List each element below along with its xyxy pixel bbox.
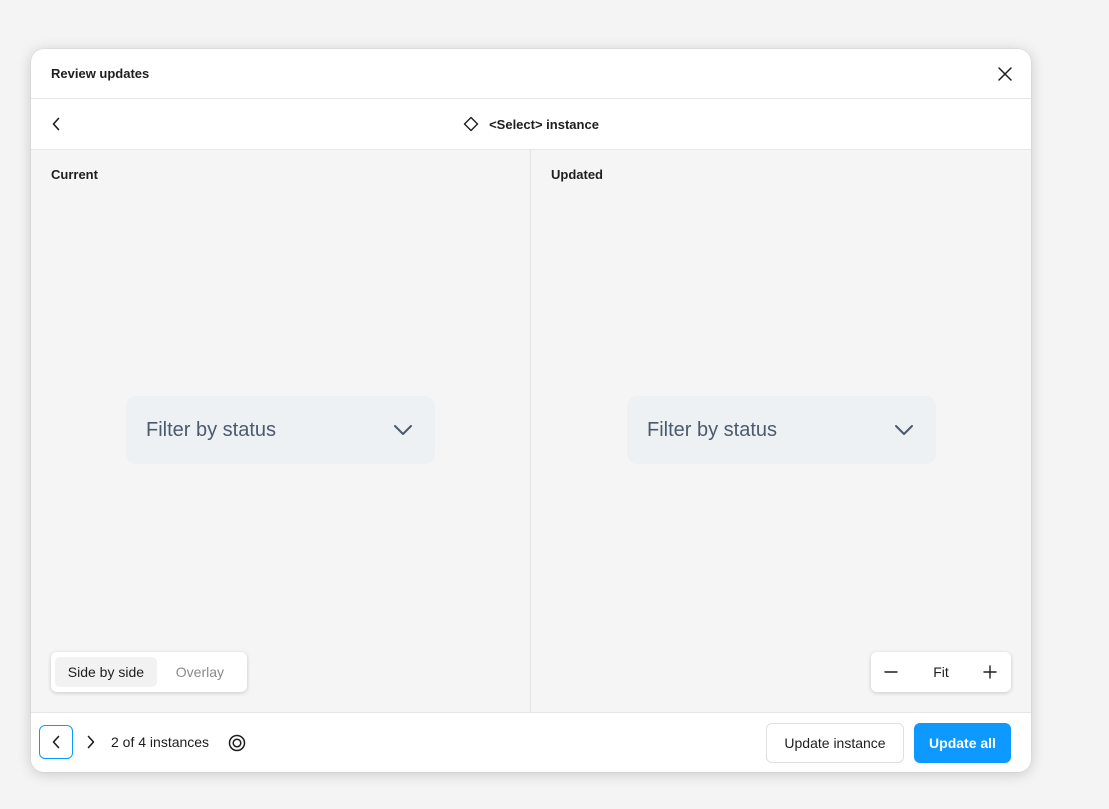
- comparison-panels: Current Filter by status Side by side Ov…: [31, 150, 1031, 712]
- update-instance-button[interactable]: Update instance: [766, 723, 904, 763]
- locate-instance-button[interactable]: [225, 731, 249, 755]
- side-by-side-option[interactable]: Side by side: [55, 657, 157, 687]
- minus-icon: [884, 671, 898, 673]
- instance-counter: 2 of 4 instances: [111, 734, 210, 750]
- zoom-control: Fit: [871, 652, 1011, 692]
- current-label: Current: [51, 167, 98, 182]
- zoom-fit-button[interactable]: Fit: [911, 652, 971, 692]
- dialog-footer: 2 of 4 instances Update instance Update …: [31, 712, 1031, 772]
- back-button[interactable]: [45, 112, 67, 136]
- chevron-down-icon: [394, 425, 412, 435]
- chevron-left-icon: [52, 735, 60, 749]
- plus-icon: [983, 665, 997, 679]
- zoom-out-button[interactable]: [879, 660, 903, 684]
- chevron-left-icon: [52, 117, 60, 131]
- close-icon: [998, 67, 1012, 81]
- preview-select-text: Filter by status: [146, 418, 277, 441]
- instance-name: <Select> instance: [489, 116, 599, 132]
- diamond-icon: [463, 116, 479, 132]
- instance-title: <Select> instance: [31, 99, 1031, 149]
- current-preview-select: Filter by status: [126, 396, 435, 464]
- review-updates-dialog: Review updates <Select> instance Current…: [31, 49, 1031, 772]
- preview-select-text: Filter by status: [647, 418, 778, 441]
- close-button[interactable]: [993, 62, 1017, 86]
- updated-preview-select: Filter by status: [627, 396, 936, 464]
- zoom-in-button[interactable]: [978, 660, 1002, 684]
- overlay-option[interactable]: Overlay: [157, 657, 243, 687]
- chevron-right-icon: [87, 735, 95, 749]
- updated-label: Updated: [551, 167, 603, 182]
- instance-nav-bar: <Select> instance: [31, 99, 1031, 150]
- chevron-down-icon: [895, 425, 913, 435]
- dialog-header: Review updates: [31, 49, 1031, 99]
- dialog-title: Review updates: [51, 66, 150, 81]
- next-instance-button[interactable]: [79, 730, 103, 754]
- view-mode-toggle: Side by side Overlay: [51, 652, 247, 692]
- updated-panel: Updated Filter by status Fit: [531, 150, 1031, 712]
- current-panel: Current Filter by status Side by side Ov…: [31, 150, 531, 712]
- target-icon: [228, 734, 246, 752]
- previous-instance-button[interactable]: [39, 725, 73, 759]
- update-all-button[interactable]: Update all: [914, 723, 1011, 763]
